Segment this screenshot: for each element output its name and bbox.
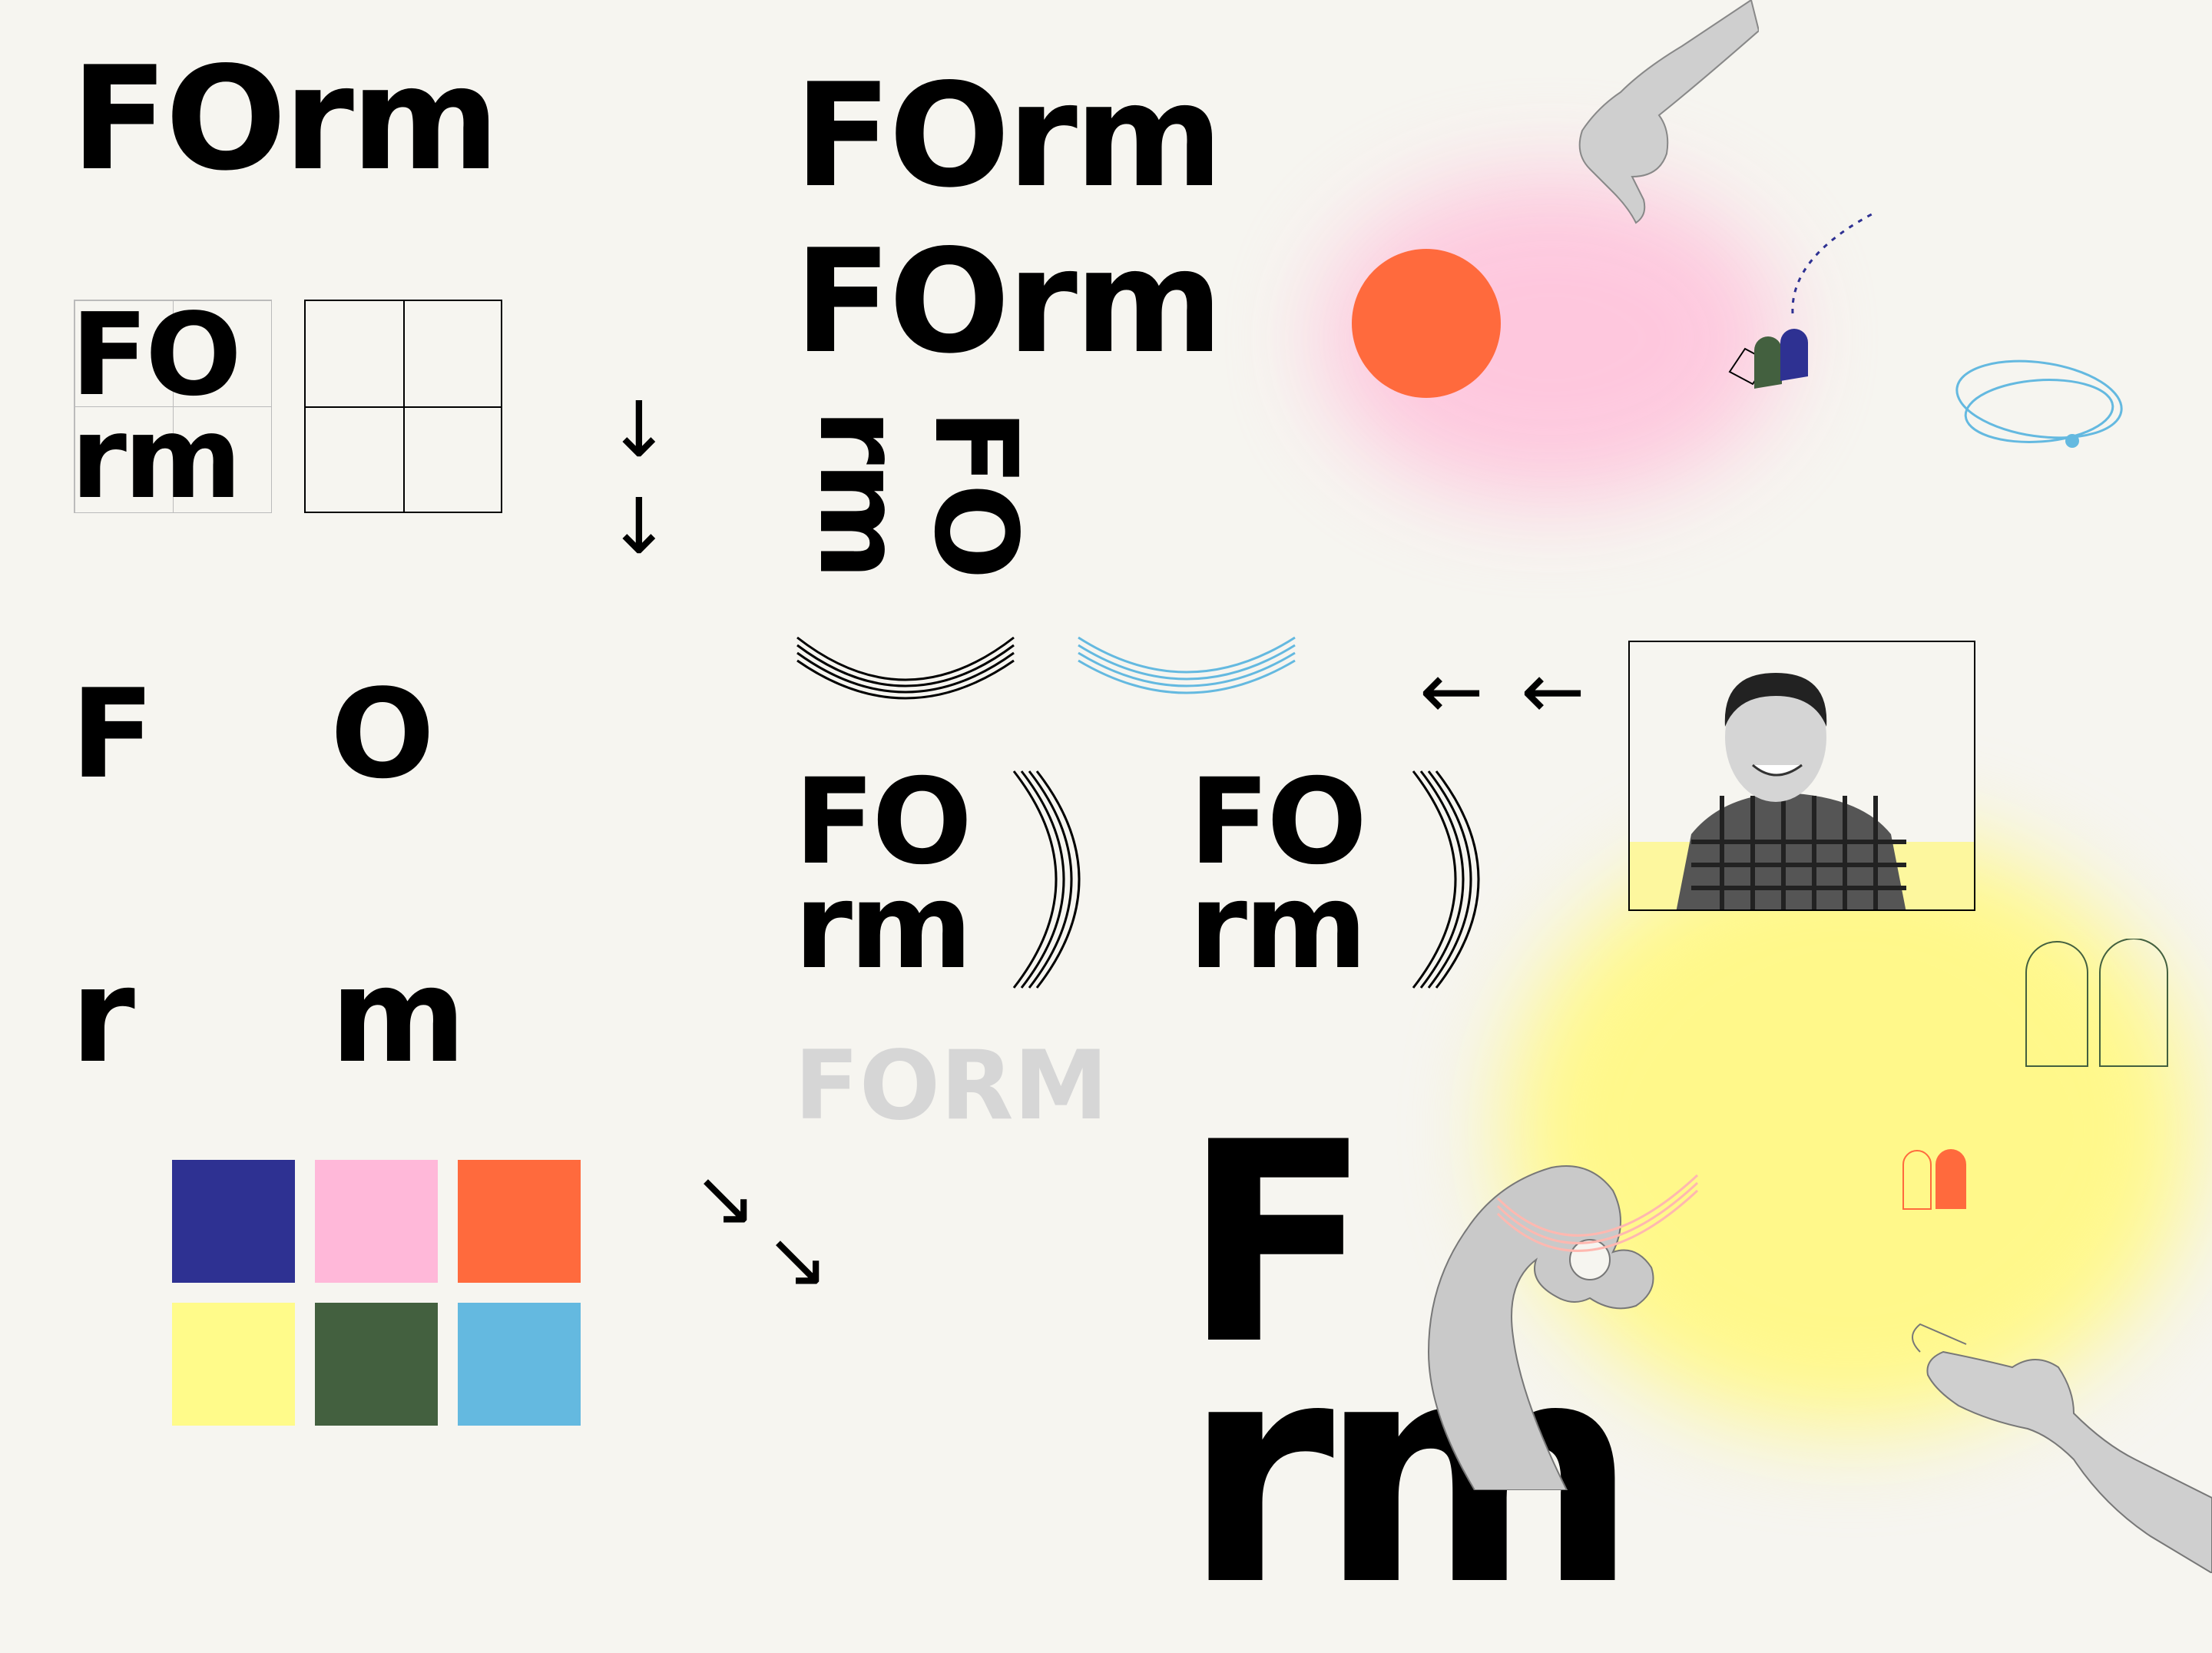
rotated-wordmark-bottom: rm [794,409,926,578]
swatch-yellow [172,1303,295,1426]
left-arrow-icon: ← [1419,646,1484,736]
rotated-wordmark: FO rm [794,409,1041,622]
bracket-lines-icon [1012,770,1081,989]
letter-o: O [330,662,435,806]
arch-outline-icon [2025,939,2168,1067]
reaching-hand-icon [1912,1323,2212,1573]
orange-circle [1352,249,1501,398]
bracket-lines-icon [1412,770,1480,989]
down-arrow-icon: ↓ [607,482,671,571]
left-arrow-icon: ← [1521,646,1585,736]
grid-square-diagram [304,300,502,513]
diagonal-arrow-icon: ↘ [765,1214,830,1304]
portrait-icon [1630,642,1974,909]
letter-r: r [71,940,135,1092]
wordmark-top-left: FOrm [71,35,500,202]
swatch-orange [458,1160,581,1283]
pinching-hand-icon [1578,0,1759,224]
orbit-icon [1955,359,2123,448]
ok-gesture-hand-icon [1427,1165,1699,1490]
diagonal-arrow-icon: ↘ [693,1153,757,1243]
swatch-sky [458,1303,581,1426]
portrait-photo [1628,641,1975,911]
swatch-pink [315,1160,438,1283]
wordmark-mid-row-2: FOrm [794,218,1224,385]
letter-m: m [330,940,466,1092]
down-arrow-icon: ↓ [607,385,671,475]
stack-a-bottom: rm [794,858,972,995]
rotated-wordmark-top: FO [909,409,1041,577]
swoosh-lines-icon [796,636,1015,700]
stack-b-bottom: rm [1189,858,1367,995]
letter-f: F [71,662,154,806]
stacked-wordmark-bottom: rm [71,392,242,524]
small-arch-icon [1902,1149,1966,1210]
swatch-green [315,1303,438,1426]
swoosh-lines-blue-icon [1078,636,1296,694]
wordmark-mid-row-1: FOrm [794,52,1224,219]
arch-shapes-icon [1728,211,1874,389]
swatch-navy [172,1160,295,1283]
ghost-wordmark: FORM [794,1031,1108,1141]
